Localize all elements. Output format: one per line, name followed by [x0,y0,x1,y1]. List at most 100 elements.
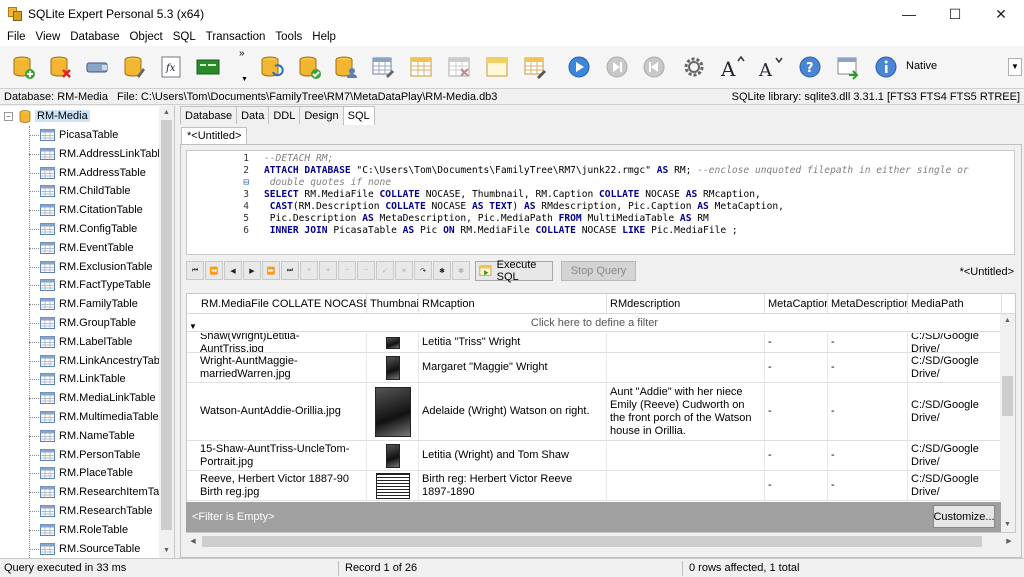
minimize-button[interactable]: — [886,0,932,28]
last-record-button[interactable]: ⏭ [281,261,299,280]
close-button[interactable]: ✕ [978,0,1024,28]
new-database-icon[interactable] [10,54,36,80]
toolbar-overflow[interactable]: » [239,48,245,59]
skip-icon[interactable] [604,54,630,80]
table-row[interactable]: Reeve, Herbert Victor 1887-90 Birth reg.… [187,471,1002,501]
cell-description[interactable] [607,353,765,382]
cell-meta-description[interactable]: - [828,333,908,352]
check-database-icon[interactable] [296,54,322,80]
tree-item-table[interactable]: RM.SourceTable [40,540,140,558]
cell-meta-caption[interactable]: - [765,333,828,352]
filter-icon[interactable]: ▼ [189,322,197,331]
tree-item-table[interactable]: RM.FamilyTable [40,295,138,313]
tree-item-table[interactable]: RM.AddressTable [40,164,146,182]
collapse-icon[interactable]: − [4,111,13,121]
cell-file[interactable]: Shaw(Wright)Letitia-AuntTriss.jpg [197,333,367,352]
column-header-metadescription[interactable]: MetaDescription [828,294,908,314]
tree-item-table[interactable]: RM.LabelTable [40,333,132,351]
play-icon[interactable] [566,54,592,80]
tree-item-table[interactable]: RM.ResearchItemTable [40,483,174,501]
bookmark-button[interactable]: ✱ [433,261,451,280]
cell-description[interactable]: Aunt "Addie" with her niece Emily (Reeve… [607,383,765,440]
cancel-edit-button[interactable]: ✕ [395,261,413,280]
cell-file[interactable]: Reeve, Herbert Victor 1887-90 Birth reg.… [197,471,367,500]
tree-item-table[interactable]: RM.ExclusionTable [40,258,153,276]
table-row[interactable]: 15-Shaw-AuntTriss-UncleTom-Portrait.jpg L… [187,441,1002,471]
prior-record-button[interactable]: ◀ [224,261,242,280]
thumbnail-cell[interactable] [367,471,419,500]
customize-button[interactable]: Customize... [933,505,995,528]
cell-file[interactable]: Wright-AuntMaggie-marriedWarren.jpg [197,353,367,382]
cell-path[interactable]: C:/SD/Google Drive/ [908,353,1002,382]
tree-item-table[interactable]: RM.ChildTable [40,182,131,200]
table-row[interactable]: Shaw(Wright)Letitia-AuntTriss.jpg Letitia… [187,333,1002,353]
grid-horizontal-scrollbar[interactable]: ◀ ▶ [186,534,1016,549]
horizontal-scroll-thumb[interactable] [202,536,982,547]
menu-object[interactable]: Object [124,31,167,43]
stop-query-button[interactable]: Stop Query [561,261,636,281]
tab-database[interactable]: Database [180,106,238,124]
tab-ddl[interactable]: DDL [268,106,301,124]
goto-bookmark-button[interactable]: ✱ [452,261,470,280]
column-header-rmdescription[interactable]: RMdescription [607,294,765,314]
tree-item-table[interactable]: RM.ResearchTable [40,502,153,520]
tree-item-table[interactable]: RM.MediaLinkTable [40,389,156,407]
next-record-button[interactable]: ▶ [243,261,261,280]
cell-file[interactable]: Watson-AuntAddie-Orillia.jpg [197,383,367,440]
refresh-grid-button[interactable]: ↷ [414,261,432,280]
execute-sql-button[interactable]: Execute SQL [475,259,553,283]
function-icon[interactable]: fx [158,54,184,80]
menu-transaction[interactable]: Transaction [201,31,271,43]
user-database-icon[interactable] [332,54,358,80]
font-smaller-icon[interactable]: A [757,54,783,80]
next-page-button[interactable]: ⏩ [262,261,280,280]
column-header-mediapath[interactable]: MediaPath [908,294,1002,314]
cell-file[interactable]: 15-Shaw-AuntTriss-UncleTom-Portrait.jpg [197,441,367,470]
prior-page-button[interactable]: ⏪ [205,261,223,280]
delete-selected-button[interactable]: − [357,261,375,280]
cell-description[interactable] [607,333,765,352]
sql-document-tab[interactable]: *<Untitled> [181,127,248,144]
tree-item-table[interactable]: RM.LinkTable [40,370,126,388]
tree-item-table[interactable]: RM.MultimediaTable [40,408,159,426]
column-header-rmcaption[interactable]: RMcaption [419,294,607,314]
menu-database[interactable]: Database [65,31,124,43]
cell-description[interactable] [607,441,765,470]
cell-meta-caption[interactable]: - [765,471,828,500]
cell-meta-caption[interactable]: - [765,383,828,440]
insert-record-button[interactable]: + [300,261,318,280]
cell-caption[interactable]: Letitia (Wright) and Tom Shaw [419,441,607,470]
scroll-down-icon[interactable]: ▼ [159,544,174,558]
results-grid[interactable]: RM.MediaFile COLLATE NOCASE Thumbnail RM… [186,293,1016,533]
back-icon[interactable] [641,54,667,80]
sql-editor[interactable]: 1 2 ⊟ 3 4 5 6 --DETACH RM; ATTACH DATABA… [186,150,1015,255]
tree-item-table[interactable]: RM.RoleTable [40,521,128,539]
tree-item-table[interactable]: RM.NameTable [40,427,135,445]
cell-path[interactable]: C:/SD/Google Drive/ [908,471,1002,500]
column-header-mediafile[interactable]: RM.MediaFile COLLATE NOCASE [197,294,367,314]
tab-design[interactable]: Design [299,106,344,124]
tab-sql[interactable]: SQL [342,106,375,125]
table-icon[interactable] [408,54,434,80]
tree-item-table[interactable]: RM.PersonTable [40,446,140,464]
tree-root-rm-media[interactable]: − RM-Media [4,108,90,124]
cell-meta-description[interactable]: - [828,441,908,470]
fold-marker-icon[interactable]: ⊟ [243,177,249,188]
menu-view[interactable]: View [31,31,66,43]
cell-description[interactable] [607,471,765,500]
thumbnail-cell[interactable] [367,441,419,470]
grid-scroll-thumb[interactable] [1002,376,1013,416]
native-dropdown-button[interactable]: ▼ [1008,58,1022,76]
filter-row[interactable]: Click here to define a filter [187,314,1002,332]
first-record-button[interactable]: ⏮ [186,261,204,280]
open-database-icon[interactable] [121,54,147,80]
tree-item-table[interactable]: RM.ConfigTable [40,220,137,238]
table-row[interactable]: Wright-AuntMaggie-marriedWarren.jpg Marga… [187,353,1002,383]
attach-icon[interactable] [84,54,110,80]
tree-scroll-thumb[interactable] [161,120,172,530]
cell-caption[interactable]: Margaret "Maggie" Wright [419,353,607,382]
cell-meta-description[interactable]: - [828,353,908,382]
scroll-right-icon[interactable]: ▶ [1002,534,1016,549]
column-header-metacaption[interactable]: MetaCaption [765,294,828,314]
cell-meta-caption[interactable]: - [765,353,828,382]
